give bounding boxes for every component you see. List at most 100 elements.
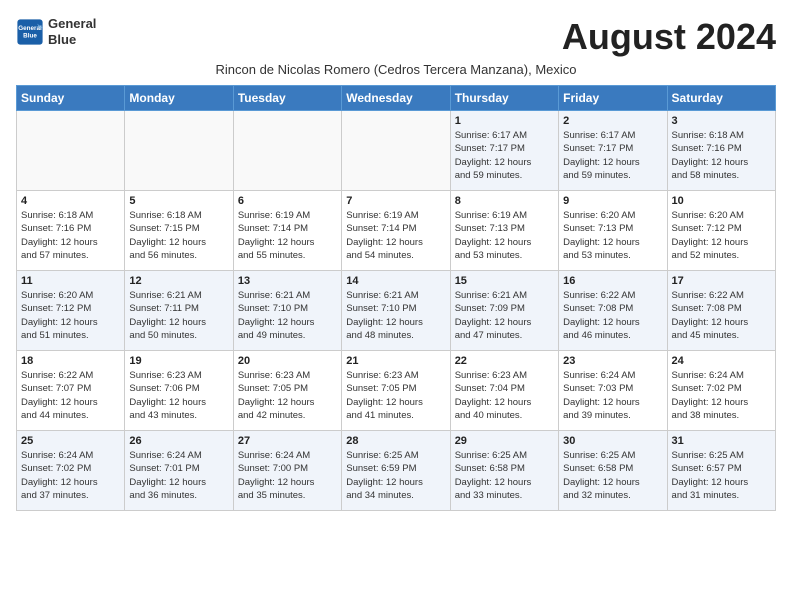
day-info: Sunrise: 6:19 AM Sunset: 7:14 PM Dayligh… — [238, 209, 337, 262]
day-info: Sunrise: 6:25 AM Sunset: 6:59 PM Dayligh… — [346, 449, 445, 502]
day-info: Sunrise: 6:19 AM Sunset: 7:14 PM Dayligh… — [346, 209, 445, 262]
weekday-header-cell: Monday — [125, 86, 233, 111]
calendar-cell: 2Sunrise: 6:17 AM Sunset: 7:17 PM Daylig… — [559, 111, 667, 191]
day-number: 18 — [21, 355, 120, 367]
calendar-cell: 22 Sunrise: 6:23 AM Sunset: 7:04 PM Dayli… — [450, 351, 558, 431]
day-number: 23 — [563, 355, 662, 367]
calendar-cell: 9 Sunrise: 6:20 AM Sunset: 7:13 PM Daylig… — [559, 191, 667, 271]
day-number: 24 — [672, 355, 771, 367]
day-info: Sunrise: 6:20 AM Sunset: 7:12 PM Dayligh… — [672, 209, 771, 262]
day-number: 5 — [129, 195, 228, 207]
day-number: 12 — [129, 275, 228, 287]
calendar-cell: 25 Sunrise: 6:24 AM Sunset: 7:02 PM Dayli… — [17, 431, 125, 511]
calendar-cell: 14 Sunrise: 6:21 AM Sunset: 7:10 PM Dayli… — [342, 271, 450, 351]
day-info: Sunrise: 6:21 AM Sunset: 7:10 PM Dayligh… — [238, 289, 337, 342]
day-number: 25 — [21, 435, 120, 447]
day-number: 11 — [21, 275, 120, 287]
logo-icon: General Blue — [16, 18, 44, 46]
day-info: Sunrise: 6:24 AM Sunset: 7:01 PM Dayligh… — [129, 449, 228, 502]
calendar-cell — [233, 111, 341, 191]
day-number: 27 — [238, 435, 337, 447]
day-info: Sunrise: 6:23 AM Sunset: 7:05 PM Dayligh… — [346, 369, 445, 422]
day-info: Sunrise: 6:19 AM Sunset: 7:13 PM Dayligh… — [455, 209, 554, 262]
calendar-cell: 11 Sunrise: 6:20 AM Sunset: 7:12 PM Dayli… — [17, 271, 125, 351]
calendar-week-row: 1Sunrise: 6:17 AM Sunset: 7:17 PM Daylig… — [17, 111, 776, 191]
day-info: Sunrise: 6:25 AM Sunset: 6:58 PM Dayligh… — [455, 449, 554, 502]
calendar-cell: 29 Sunrise: 6:25 AM Sunset: 6:58 PM Dayli… — [450, 431, 558, 511]
page-header: General Blue General Blue August 2024 — [16, 16, 776, 58]
calendar-cell: 7Sunrise: 6:19 AM Sunset: 7:14 PM Daylig… — [342, 191, 450, 271]
weekday-header-cell: Tuesday — [233, 86, 341, 111]
calendar-cell: 24 Sunrise: 6:24 AM Sunset: 7:02 PM Dayli… — [667, 351, 775, 431]
weekday-header-cell: Thursday — [450, 86, 558, 111]
calendar-cell: 19Sunrise: 6:23 AM Sunset: 7:06 PM Dayli… — [125, 351, 233, 431]
month-title: August 2024 — [562, 16, 776, 58]
weekday-header-cell: Saturday — [667, 86, 775, 111]
calendar-cell: 16 Sunrise: 6:22 AM Sunset: 7:08 PM Dayli… — [559, 271, 667, 351]
day-info: Sunrise: 6:18 AM Sunset: 7:15 PM Dayligh… — [129, 209, 228, 262]
day-number: 31 — [672, 435, 771, 447]
day-info: Sunrise: 6:23 AM Sunset: 7:05 PM Dayligh… — [238, 369, 337, 422]
calendar-cell: 31 Sunrise: 6:25 AM Sunset: 6:57 PM Dayli… — [667, 431, 775, 511]
day-info: Sunrise: 6:25 AM Sunset: 6:57 PM Dayligh… — [672, 449, 771, 502]
calendar-cell: 20 Sunrise: 6:23 AM Sunset: 7:05 PM Dayli… — [233, 351, 341, 431]
day-info: Sunrise: 6:24 AM Sunset: 7:03 PM Dayligh… — [563, 369, 662, 422]
day-number: 20 — [238, 355, 337, 367]
calendar-cell: 23 Sunrise: 6:24 AM Sunset: 7:03 PM Dayli… — [559, 351, 667, 431]
weekday-header-row: SundayMondayTuesdayWednesdayThursdayFrid… — [17, 86, 776, 111]
day-info: Sunrise: 6:21 AM Sunset: 7:10 PM Dayligh… — [346, 289, 445, 342]
day-number: 22 — [455, 355, 554, 367]
day-info: Sunrise: 6:22 AM Sunset: 7:08 PM Dayligh… — [563, 289, 662, 342]
calendar-cell — [342, 111, 450, 191]
logo-text: General Blue — [48, 16, 96, 47]
day-info: Sunrise: 6:18 AM Sunset: 7:16 PM Dayligh… — [672, 129, 771, 182]
day-number: 15 — [455, 275, 554, 287]
day-info: Sunrise: 6:20 AM Sunset: 7:12 PM Dayligh… — [21, 289, 120, 342]
day-number: 28 — [346, 435, 445, 447]
day-number: 2 — [563, 115, 662, 127]
calendar-cell: 12 Sunrise: 6:21 AM Sunset: 7:11 PM Dayli… — [125, 271, 233, 351]
calendar-cell: 21Sunrise: 6:23 AM Sunset: 7:05 PM Dayli… — [342, 351, 450, 431]
day-info: Sunrise: 6:21 AM Sunset: 7:09 PM Dayligh… — [455, 289, 554, 342]
day-number: 9 — [563, 195, 662, 207]
calendar-cell — [125, 111, 233, 191]
calendar-cell: 28 Sunrise: 6:25 AM Sunset: 6:59 PM Dayli… — [342, 431, 450, 511]
day-number: 17 — [672, 275, 771, 287]
calendar-cell: 15 Sunrise: 6:21 AM Sunset: 7:09 PM Dayli… — [450, 271, 558, 351]
day-number: 14 — [346, 275, 445, 287]
calendar-cell: 30 Sunrise: 6:25 AM Sunset: 6:58 PM Dayli… — [559, 431, 667, 511]
day-number: 6 — [238, 195, 337, 207]
weekday-header-cell: Sunday — [17, 86, 125, 111]
day-info: Sunrise: 6:23 AM Sunset: 7:04 PM Dayligh… — [455, 369, 554, 422]
day-number: 13 — [238, 275, 337, 287]
calendar-cell: 17Sunrise: 6:22 AM Sunset: 7:08 PM Dayli… — [667, 271, 775, 351]
calendar-cell: 3Sunrise: 6:18 AM Sunset: 7:16 PM Daylig… — [667, 111, 775, 191]
calendar-cell: 5 Sunrise: 6:18 AM Sunset: 7:15 PM Daylig… — [125, 191, 233, 271]
day-info: Sunrise: 6:25 AM Sunset: 6:58 PM Dayligh… — [563, 449, 662, 502]
calendar-cell: 26 Sunrise: 6:24 AM Sunset: 7:01 PM Dayli… — [125, 431, 233, 511]
calendar-cell: 1Sunrise: 6:17 AM Sunset: 7:17 PM Daylig… — [450, 111, 558, 191]
calendar-cell: 4Sunrise: 6:18 AM Sunset: 7:16 PM Daylig… — [17, 191, 125, 271]
day-number: 29 — [455, 435, 554, 447]
svg-text:Blue: Blue — [23, 32, 37, 39]
day-number: 30 — [563, 435, 662, 447]
day-number: 4 — [21, 195, 120, 207]
day-info: Sunrise: 6:24 AM Sunset: 7:02 PM Dayligh… — [672, 369, 771, 422]
calendar-cell: 6 Sunrise: 6:19 AM Sunset: 7:14 PM Daylig… — [233, 191, 341, 271]
day-info: Sunrise: 6:24 AM Sunset: 7:00 PM Dayligh… — [238, 449, 337, 502]
calendar-cell — [17, 111, 125, 191]
calendar-cell: 27 Sunrise: 6:24 AM Sunset: 7:00 PM Dayli… — [233, 431, 341, 511]
weekday-header-cell: Friday — [559, 86, 667, 111]
day-number: 26 — [129, 435, 228, 447]
day-number: 1 — [455, 115, 554, 127]
calendar-week-row: 25 Sunrise: 6:24 AM Sunset: 7:02 PM Dayli… — [17, 431, 776, 511]
calendar-week-row: 4Sunrise: 6:18 AM Sunset: 7:16 PM Daylig… — [17, 191, 776, 271]
calendar-body: 1Sunrise: 6:17 AM Sunset: 7:17 PM Daylig… — [17, 111, 776, 511]
day-info: Sunrise: 6:20 AM Sunset: 7:13 PM Dayligh… — [563, 209, 662, 262]
day-number: 16 — [563, 275, 662, 287]
calendar-cell: 10Sunrise: 6:20 AM Sunset: 7:12 PM Dayli… — [667, 191, 775, 271]
day-info: Sunrise: 6:22 AM Sunset: 7:07 PM Dayligh… — [21, 369, 120, 422]
day-info: Sunrise: 6:21 AM Sunset: 7:11 PM Dayligh… — [129, 289, 228, 342]
weekday-header-cell: Wednesday — [342, 86, 450, 111]
day-info: Sunrise: 6:24 AM Sunset: 7:02 PM Dayligh… — [21, 449, 120, 502]
